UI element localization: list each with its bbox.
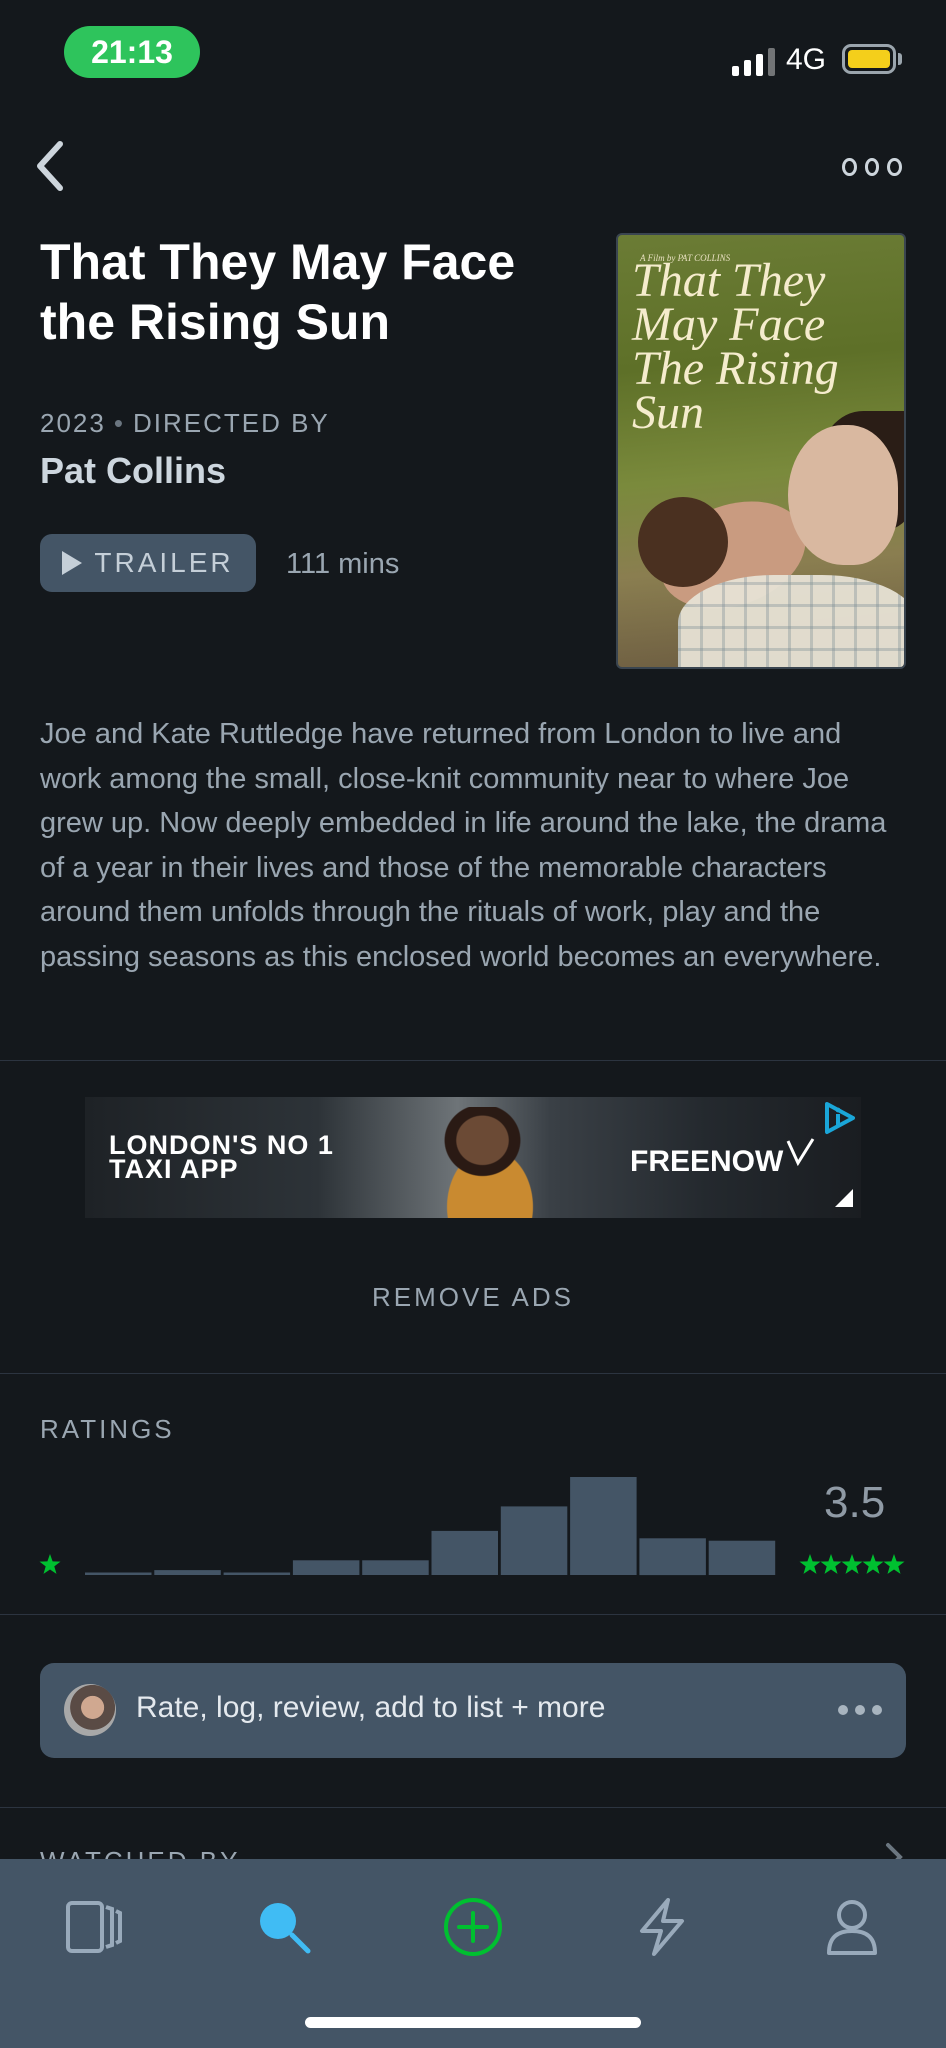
ellipsis-dot — [872, 1705, 882, 1715]
histogram-bar[interactable] — [362, 1560, 429, 1575]
adchoices-icon[interactable] — [821, 1101, 857, 1135]
more-options-button[interactable] — [842, 150, 903, 184]
histogram-bar[interactable] — [431, 1530, 499, 1575]
tab-add[interactable] — [433, 1887, 513, 1967]
profile-icon — [827, 1900, 877, 1955]
home-indicator — [305, 2017, 641, 2028]
cellular-signal-icon — [732, 46, 775, 76]
action-bar-label: Rate, log, review, add to list + more — [136, 1691, 606, 1724]
histogram-bar[interactable] — [639, 1538, 706, 1576]
rating-star — [799, 1554, 821, 1574]
network-type: 4G — [786, 43, 827, 76]
divider — [0, 1060, 946, 1061]
film-poster[interactable]: A Film by PAT COLLINS That They May Face… — [616, 233, 906, 669]
rating-star — [862, 1554, 884, 1574]
divider — [0, 1373, 946, 1374]
ad-image — [415, 1107, 565, 1218]
tab-films[interactable] — [54, 1887, 134, 1967]
ratings-heading: RATINGS — [40, 1414, 175, 1444]
chevron-left-icon — [37, 141, 63, 191]
rate-log-review-bar[interactable]: Rate, log, review, add to list + more — [40, 1663, 906, 1758]
histogram-bar[interactable] — [223, 1572, 291, 1576]
divider — [0, 1614, 946, 1615]
rating-star — [883, 1554, 905, 1574]
ad-headline: LONDON'S NO 1 TAXI APP — [109, 1132, 334, 1184]
remove-ads-button[interactable]: REMOVE ADS — [0, 1282, 946, 1313]
divider — [0, 1807, 946, 1808]
poster-figure — [638, 497, 728, 587]
activity-icon — [640, 1898, 684, 1956]
ellipsis-dot — [855, 1705, 865, 1715]
search-icon — [260, 1903, 311, 1954]
brand-check-icon — [786, 1138, 815, 1167]
directed-by-label: DIRECTED BY — [132, 408, 330, 438]
battery-icon — [842, 44, 896, 74]
more-dot — [842, 158, 857, 176]
histogram-bar[interactable] — [570, 1477, 637, 1575]
histogram-bar[interactable] — [500, 1506, 568, 1575]
poster-title: That They May Face The Rising Sun — [632, 254, 839, 439]
director-link[interactable]: Pat Collins — [40, 450, 226, 492]
film-meta: 2023 • DIRECTED BY — [40, 408, 330, 439]
film-year[interactable]: 2023 — [40, 408, 106, 438]
histogram-bar[interactable] — [708, 1540, 776, 1575]
tab-search[interactable] — [244, 1887, 324, 1967]
film-synopsis: Joe and Kate Ruttledge have returned fro… — [40, 718, 887, 973]
tab-activity[interactable] — [622, 1887, 702, 1967]
ellipsis-icon — [838, 1705, 882, 1715]
histogram-bar[interactable] — [85, 1572, 152, 1576]
add-icon — [444, 1898, 502, 1956]
average-rating[interactable]: 3.5 — [824, 1478, 885, 1528]
play-icon — [62, 551, 83, 575]
separator-dot: • — [113, 408, 125, 438]
battery-nub — [898, 53, 902, 65]
status-time: 21:13 — [64, 26, 200, 78]
min-rating-star-icon — [39, 1554, 61, 1574]
ad-corner-icon — [835, 1189, 853, 1207]
avatar — [64, 1684, 116, 1736]
histogram-bar[interactable] — [154, 1570, 221, 1575]
ad-headline-line2: TAXI APP — [109, 1154, 239, 1184]
film-runtime: 111 mins — [286, 548, 400, 580]
trailer-label: TRAILER — [94, 547, 234, 578]
film-title: That They May Face the Rising Sun — [40, 234, 516, 350]
tab-profile[interactable] — [812, 1887, 892, 1967]
rating-star — [820, 1554, 842, 1574]
ellipsis-dot — [838, 1705, 848, 1715]
more-dot — [864, 158, 880, 176]
rating-star — [841, 1554, 863, 1574]
films-icon — [66, 1901, 122, 1953]
more-dot — [887, 158, 903, 176]
max-rating-stars-icon — [799, 1554, 905, 1574]
ad-brand: FREENOW — [630, 1145, 784, 1178]
poster-figure — [678, 575, 904, 667]
poster-figure — [788, 425, 898, 565]
back-button[interactable] — [30, 136, 80, 196]
histogram-bar[interactable] — [292, 1560, 360, 1575]
trailer-button[interactable]: TRAILER — [40, 534, 256, 592]
ad-banner[interactable]: LONDON'S NO 1 TAXI APP FREENOW — [85, 1097, 861, 1218]
